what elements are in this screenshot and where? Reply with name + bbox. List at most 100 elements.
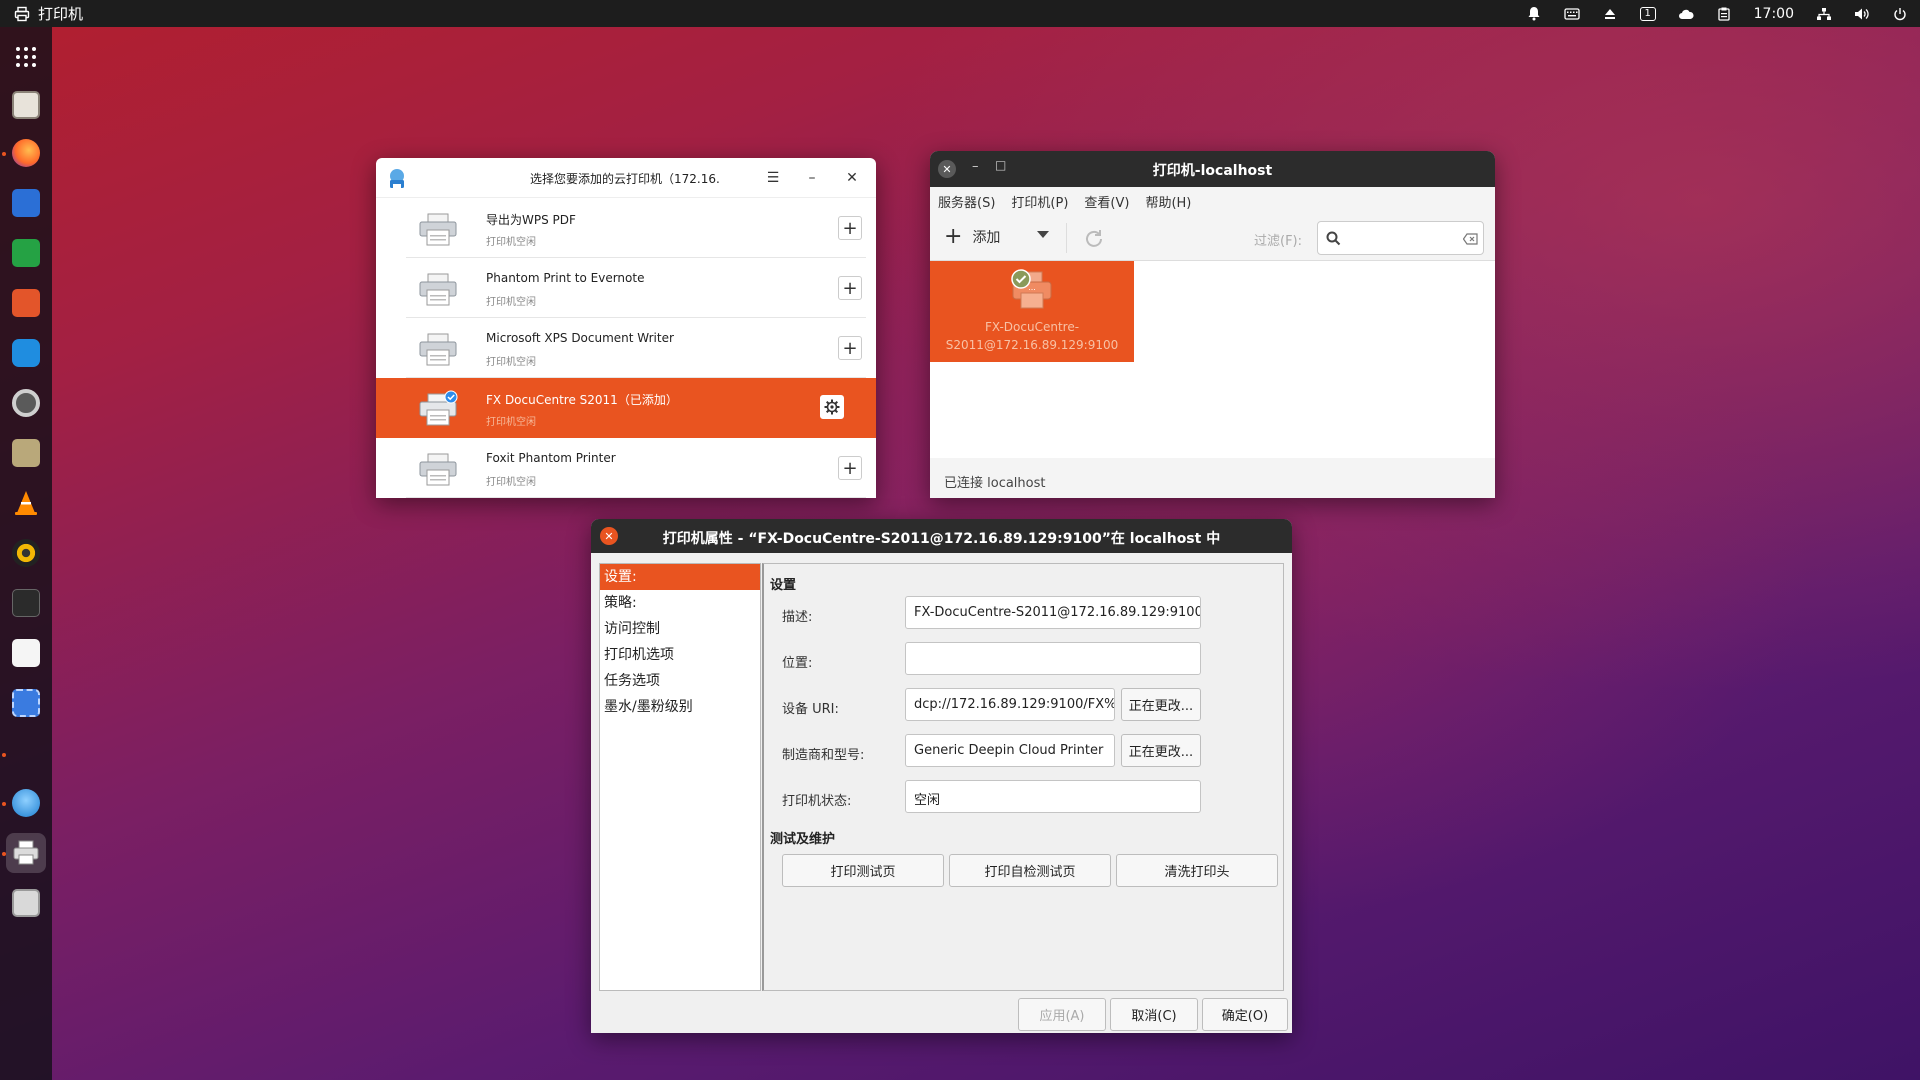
change-uri-button[interactable]: 正在更改... [1121, 688, 1201, 721]
dock-cloud-printer[interactable] [6, 783, 46, 823]
vlc-cone-icon [15, 491, 37, 515]
printer-list-item[interactable]: 导出为WPS PDF 打印机空闲 + [406, 198, 866, 258]
close-button[interactable]: ✕ [841, 167, 863, 189]
ok-button[interactable]: 确定(O) [1202, 998, 1288, 1031]
power-icon[interactable] [1892, 6, 1908, 22]
dock-files[interactable] [6, 85, 46, 125]
apply-button[interactable]: 应用(A) [1018, 998, 1106, 1031]
wps-presentation-icon [12, 289, 40, 317]
dock-rhythmbox[interactable] [6, 533, 46, 573]
printer-list-item-selected[interactable]: FX DocuCentre S2011（已添加） 打印机空闲 [376, 378, 876, 438]
cloud-icon[interactable] [1678, 6, 1694, 22]
add-printer-button[interactable]: + 添加 [944, 224, 1001, 249]
search-icon [1326, 231, 1341, 246]
dock-text-editor[interactable] [6, 633, 46, 673]
printer-list-item[interactable]: Microsoft XPS Document Writer 打印机空闲 + [406, 318, 866, 378]
system-tray: 1 17:00 [1526, 0, 1908, 27]
dock-wps-writer[interactable] [6, 183, 46, 223]
active-app-menu[interactable]: 打印机 [0, 3, 83, 24]
sidebar-item-settings[interactable]: 设置: [600, 564, 760, 590]
properties-sidebar: 设置: 策略: 访问控制 打印机选项 任务选项 墨水/墨粉级别 [599, 563, 761, 991]
menu-view[interactable]: 查看(V) [1084, 192, 1129, 211]
settings-gear-icon [12, 389, 40, 417]
add-printer-button[interactable]: + [838, 216, 862, 240]
sidebar-item-access-control[interactable]: 访问控制 [600, 616, 760, 642]
dock-vlc[interactable] [6, 483, 46, 523]
dock-archive-manager[interactable] [6, 433, 46, 473]
printer-name: 导出为WPS PDF [486, 213, 576, 227]
device-uri-field[interactable]: dcp://172.16.89.129:9100/FX%20DocuCentre… [905, 688, 1115, 721]
dock-trash[interactable] [6, 883, 46, 923]
menu-printer[interactable]: 打印机(P) [1011, 192, 1068, 211]
printer-settings-button[interactable] [820, 395, 844, 419]
printer-tile-label-line-1: FX-DocuCentre- [984, 320, 1080, 334]
printers-view: ... FX-DocuCentre- S2011@172.16.89.129:9… [930, 261, 1495, 458]
clipboard-icon[interactable] [1716, 6, 1732, 22]
dock-wps-spreadsheet[interactable] [6, 233, 46, 273]
network-icon[interactable] [1816, 6, 1832, 22]
properties-titlebar: ✕ 打印机属性 - “FX-DocuCentre-S2011@172.16.89… [591, 519, 1292, 553]
workspace-indicator[interactable]: 1 [1639, 6, 1656, 21]
description-label: 描述: [782, 610, 813, 625]
rhythmbox-icon [12, 539, 40, 567]
add-dropdown-chevron-down-icon[interactable] [1037, 231, 1049, 238]
add-printer-button[interactable]: + [838, 276, 862, 300]
printer-list-item[interactable]: Foxit Phantom Printer 打印机空闲 + [406, 438, 866, 498]
clock[interactable]: 17:00 [1754, 6, 1794, 22]
volume-icon[interactable] [1854, 6, 1870, 22]
sidebar-item-policies[interactable]: 策略: [600, 590, 760, 616]
sidebar-item-job-options[interactable]: 任务选项 [600, 668, 760, 694]
add-label: 添加 [972, 230, 1001, 246]
dock-screenshot[interactable] [6, 683, 46, 723]
sidebar-item-printer-options[interactable]: 打印机选项 [600, 642, 760, 668]
printer-icon [419, 273, 457, 306]
add-printer-button[interactable]: + [838, 336, 862, 360]
minimize-button[interactable]: – [801, 167, 823, 189]
cancel-button[interactable]: 取消(C) [1110, 998, 1198, 1031]
gear-icon [824, 399, 840, 415]
clear-icon[interactable] [1463, 233, 1478, 245]
menu-icon[interactable]: ☰ [762, 167, 784, 189]
show-apps-button[interactable] [6, 37, 46, 77]
printer-name: Foxit Phantom Printer [486, 451, 616, 465]
menu-server[interactable]: 服务器(S) [938, 192, 995, 211]
description-field[interactable]: FX-DocuCentre-S2011@172.16.89.129:9100 [905, 596, 1201, 629]
dock [0, 27, 52, 1080]
add-printer-button[interactable]: + [838, 456, 862, 480]
printer-icon [419, 390, 458, 426]
printer-icon [13, 840, 39, 865]
printer-status: 打印机空闲 [486, 417, 536, 428]
cloud-printer-icon [12, 789, 40, 817]
printers-toolbar: + 添加 过滤(F): [930, 215, 1495, 261]
dock-firefox[interactable] [6, 133, 46, 173]
printer-state-label: 打印机状态: [782, 794, 852, 809]
status-bar: 已连接 localhost [930, 458, 1495, 498]
refresh-icon[interactable] [1083, 228, 1105, 250]
notification-bell-icon[interactable] [1526, 6, 1542, 22]
printer-state-field: 空闲 [905, 780, 1201, 813]
plus-icon: + [944, 224, 963, 249]
printer-icon [419, 333, 457, 366]
cloud-printer-window: 选择您要添加的云打印机（172.16.89.129） ☰ – ✕ 导出为WPS … [376, 158, 876, 498]
filter-search-input[interactable] [1317, 221, 1484, 255]
print-test-page-button[interactable]: 打印测试页 [782, 854, 944, 887]
sidebar-item-ink-toner-levels[interactable]: 墨水/墨粉级别 [600, 694, 760, 720]
change-make-model-button[interactable]: 正在更改... [1121, 734, 1201, 767]
print-self-test-page-button[interactable]: 打印自检测试页 [949, 854, 1111, 887]
dock-printers[interactable] [6, 833, 46, 873]
dock-settings[interactable] [6, 383, 46, 423]
dock-terminal[interactable] [6, 583, 46, 623]
make-model-field[interactable]: Generic Deepin Cloud Printer [905, 734, 1115, 767]
location-field[interactable] [905, 642, 1201, 675]
keyboard-icon[interactable] [1563, 6, 1580, 22]
dock-wps-presentation[interactable] [6, 283, 46, 323]
cloud-window-titlebar: 选择您要添加的云打印机（172.16.89.129） ☰ – ✕ [376, 158, 876, 198]
printer-list-item[interactable]: Phantom Print to Evernote 打印机空闲 + [406, 258, 866, 318]
dock-software-store[interactable] [6, 333, 46, 373]
eject-icon[interactable] [1602, 6, 1618, 22]
cloud-window-title: 选择您要添加的云打印机（172.16.89.129） [530, 172, 720, 186]
printer-tile[interactable]: ... FX-DocuCentre- S2011@172.16.89.129:9… [930, 261, 1134, 362]
menu-help[interactable]: 帮助(H) [1145, 192, 1191, 211]
clean-print-heads-button[interactable]: 清洗打印头 [1116, 854, 1278, 887]
screenshot-icon [12, 689, 40, 717]
